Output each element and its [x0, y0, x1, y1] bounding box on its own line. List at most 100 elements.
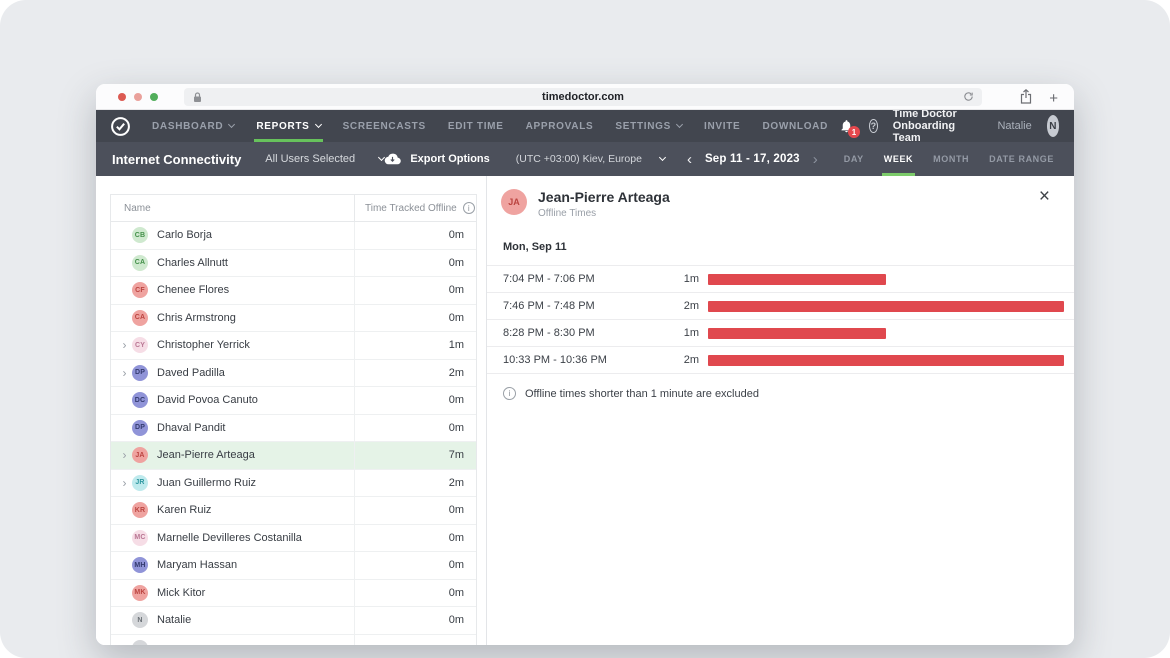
user-name-label: Mick Kitor [157, 586, 206, 599]
zoom-window-button[interactable] [150, 93, 158, 101]
page-title: Internet Connectivity [112, 151, 242, 167]
offline-duration-bar [708, 354, 1064, 366]
user-avatar: CA [132, 309, 148, 326]
time-tracked-offline-value: 0m [354, 524, 476, 551]
chevron-down-icon [228, 120, 236, 129]
notifications-bell-icon[interactable]: 1 [839, 118, 861, 138]
table-row[interactable]: › KR Karen Ruiz 0m [111, 497, 476, 525]
table-row[interactable]: › CB Carlo Borja 0m [111, 222, 476, 250]
table-row[interactable]: › CA Charles Allnutt 0m [111, 249, 476, 277]
close-window-button[interactable] [118, 93, 126, 101]
nav-item[interactable]: SETTINGS [604, 110, 693, 142]
nav-item[interactable]: EDIT TIME [437, 110, 515, 142]
nav-item[interactable]: DOWNLOAD [751, 110, 839, 142]
users-panel: Name Time Tracked Offline i › CB Carlo B… [96, 176, 487, 645]
close-icon[interactable]: × [1039, 186, 1050, 208]
previous-week-arrow[interactable]: ‹ [687, 152, 692, 167]
table-row[interactable]: › MC Marnelle Devilleres Costanilla 0m [111, 524, 476, 552]
user-name-label: Marnelle Devilleres Costanilla [157, 531, 302, 544]
expand-chevron-icon[interactable]: › [117, 338, 132, 352]
user-name-label: Karen Ruiz [157, 504, 212, 517]
help-icon[interactable]: ? [869, 119, 878, 133]
user-name[interactable]: Natalie [997, 120, 1031, 132]
time-range-label: 7:04 PM - 7:06 PM [503, 273, 595, 285]
period-tab[interactable]: MONTH [923, 142, 979, 176]
expand-chevron-icon[interactable]: › [117, 476, 132, 490]
user-avatar: KR [132, 502, 148, 519]
browser-actions: + [1020, 89, 1058, 109]
time-tracked-offline-value: 7m [354, 442, 476, 469]
window-controls [118, 93, 158, 101]
detail-day-label: Mon, Sep 11 [503, 241, 567, 253]
timedoctor-logo-icon[interactable] [110, 116, 131, 137]
table-row[interactable]: › DP Daved Padilla 2m [111, 359, 476, 387]
offline-duration-bar [708, 327, 886, 339]
exclusion-note: i Offline times shorter than 1 minute ar… [503, 387, 1074, 400]
column-header-time: Time Tracked Offline i [354, 195, 476, 221]
share-icon[interactable] [1020, 89, 1032, 109]
period-tab[interactable]: DAY [834, 142, 874, 176]
nav-item[interactable]: SCREENCASTS [332, 110, 437, 142]
time-range-label: 8:28 PM - 8:30 PM [503, 327, 595, 339]
user-avatar: CF [132, 282, 148, 299]
user-name-label: Christopher Yerrick [157, 339, 250, 352]
table-row[interactable]: › [111, 634, 476, 645]
time-tracked-offline-value: 0m [354, 387, 476, 414]
table-row[interactable]: › CA Chris Armstrong 0m [111, 304, 476, 332]
nav-item[interactable]: INVITE [693, 110, 751, 142]
user-avatar[interactable]: N [1046, 115, 1060, 137]
table-row[interactable]: › JR Juan Guillermo Ruiz 2m [111, 469, 476, 497]
time-tracked-offline-value: 0m [354, 414, 476, 441]
table-row[interactable]: › MH Maryam Hassan 0m [111, 552, 476, 580]
next-week-arrow[interactable]: › [813, 152, 818, 167]
detail-subtitle: Offline Times [538, 208, 597, 219]
user-avatar: JR [132, 474, 148, 491]
time-range-label: 7:46 PM - 7:48 PM [503, 300, 595, 312]
browser-chrome: timedoctor.com + [96, 84, 1074, 110]
period-tab[interactable]: DATE RANGE [979, 142, 1064, 176]
nav-item-label: DOWNLOAD [762, 120, 829, 132]
chevron-down-icon [675, 120, 684, 129]
nav-item-label: INVITE [704, 120, 741, 132]
nav-item-label: REPORTS [256, 120, 310, 132]
expand-chevron-icon[interactable]: › [117, 448, 132, 462]
export-options-button[interactable]: Export Options [384, 153, 490, 165]
table-row[interactable]: › DP Dhaval Pandit 0m [111, 414, 476, 442]
detail-panel: JA Jean-Pierre Arteaga Offline Times × M… [487, 176, 1074, 645]
duration-label: 2m [683, 354, 699, 366]
user-name-label: Jean-Pierre Arteaga [157, 449, 255, 462]
reload-icon[interactable] [963, 91, 974, 105]
nav-item[interactable]: DASHBOARD [141, 110, 245, 142]
table-row[interactable]: › CF Chenee Flores 0m [111, 277, 476, 305]
chevron-down-icon [658, 153, 666, 162]
table-row[interactable]: › N Natalie 0m [111, 607, 476, 635]
table-row[interactable]: › MK Mick Kitor 0m [111, 579, 476, 607]
nav-item[interactable]: APPROVALS [515, 110, 605, 142]
table-row[interactable]: › JA Jean-Pierre Arteaga 7m [111, 442, 476, 470]
table-row[interactable]: › CY Christopher Yerrick 1m [111, 332, 476, 360]
lock-icon [193, 92, 202, 106]
time-tracked-offline-value: 0m [354, 552, 476, 579]
user-name-label: Daved Padilla [157, 366, 225, 379]
offline-entries: 7:04 PM - 7:06 PM 1m 7:46 PM - 7:48 PM 2… [487, 265, 1074, 374]
user-avatar: DP [132, 364, 148, 381]
expand-chevron-icon[interactable]: › [117, 366, 132, 380]
time-tracked-offline-value: 0m [354, 579, 476, 606]
notification-badge: 1 [848, 126, 861, 138]
team-name[interactable]: Time Doctor Onboarding Team [893, 108, 983, 144]
nav-item-label: EDIT TIME [447, 120, 504, 132]
browser-window: timedoctor.com + DASHBOARD REPORTS SCREE… [96, 84, 1074, 645]
address-bar[interactable]: timedoctor.com [184, 88, 982, 106]
minimize-window-button[interactable] [134, 93, 142, 101]
table-row[interactable]: › DC David Povoa Canuto 0m [111, 387, 476, 415]
nav-item[interactable]: REPORTS [245, 110, 331, 142]
user-name-label: Charles Allnutt [157, 256, 228, 269]
period-tab[interactable]: WEEK [874, 142, 923, 176]
user-avatar: MH [132, 557, 148, 574]
info-icon[interactable]: i [462, 202, 475, 214]
users-table: Name Time Tracked Offline i › CB Carlo B… [110, 194, 477, 645]
new-tab-icon[interactable]: + [1049, 91, 1058, 106]
timezone-dropdown[interactable]: (UTC +03:00) Kiev, Europe [516, 153, 666, 165]
users-filter-dropdown[interactable]: All Users Selected [265, 153, 386, 165]
user-name-label: Carlo Borja [157, 229, 213, 242]
